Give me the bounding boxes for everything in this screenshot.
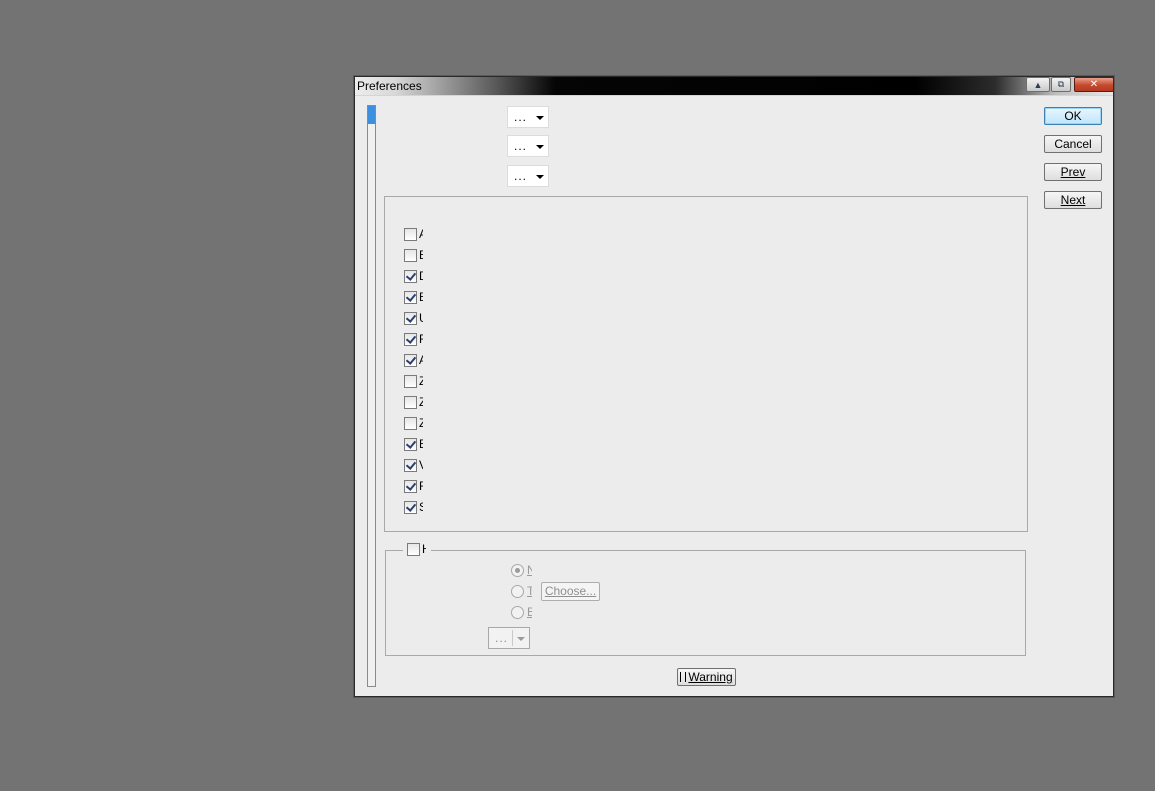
checkbox-checked[interactable] bbox=[404, 501, 417, 514]
radio-option-1[interactable] bbox=[511, 564, 524, 577]
group2-header-label: H bbox=[422, 542, 426, 556]
minimize-button[interactable]: ▲ bbox=[1026, 77, 1050, 92]
checkbox-checked[interactable] bbox=[404, 438, 417, 451]
chevron-down-icon bbox=[536, 145, 544, 149]
checkbox-unchecked[interactable] bbox=[404, 249, 417, 262]
checklist-item-label: E bbox=[419, 290, 423, 304]
chevron-down-icon bbox=[536, 175, 544, 179]
preferences-dialog: Preferences ▲ ⧉ ✕ ... ... ... H N T Choo… bbox=[354, 76, 1114, 697]
combo-2[interactable]: ... bbox=[507, 135, 549, 157]
warning-label: Warning bbox=[688, 670, 733, 684]
checklist-item-label: F bbox=[419, 479, 423, 493]
checklist-item-label: F bbox=[419, 332, 423, 346]
close-icon: ✕ bbox=[1089, 79, 1099, 90]
next-button[interactable]: Next bbox=[1044, 191, 1102, 209]
group2-combo[interactable]: ... bbox=[488, 627, 530, 649]
combo-separator bbox=[512, 630, 513, 646]
close-button[interactable]: ✕ bbox=[1074, 77, 1114, 92]
window-title: Preferences bbox=[357, 79, 422, 93]
ok-button[interactable]: OK bbox=[1044, 107, 1102, 125]
combo-3-value: ... bbox=[514, 169, 528, 183]
checklist-item-label: S bbox=[419, 500, 423, 514]
groupbox-label-gap bbox=[389, 189, 403, 193]
group2-combo-value: ... bbox=[495, 631, 509, 645]
choose-button[interactable]: Choose... bbox=[541, 582, 600, 601]
radio-option-1-label: N bbox=[527, 563, 532, 577]
checkbox-unchecked[interactable] bbox=[404, 417, 417, 430]
checklist-item-label: E bbox=[419, 437, 423, 451]
chevron-down-icon bbox=[517, 637, 525, 641]
checkbox-checked[interactable] bbox=[404, 291, 417, 304]
checklist-item-label: B bbox=[419, 248, 423, 262]
checkbox-unchecked[interactable] bbox=[404, 228, 417, 241]
checkbox-checked[interactable] bbox=[404, 270, 417, 283]
scrollbar-thumb[interactable] bbox=[368, 106, 375, 124]
radio-option-3[interactable] bbox=[511, 606, 524, 619]
checkbox-checked[interactable] bbox=[404, 459, 417, 472]
checklist-item-label: D bbox=[419, 269, 423, 283]
restore-button[interactable]: ⧉ bbox=[1051, 77, 1071, 92]
checklist-item-label: A bbox=[419, 353, 423, 367]
combo-2-value: ... bbox=[514, 139, 528, 153]
checklist-item-label: U bbox=[419, 311, 423, 325]
chevron-down-icon bbox=[536, 116, 544, 120]
secondary-groupbox bbox=[385, 550, 1026, 656]
combo-3[interactable]: ... bbox=[507, 165, 549, 187]
warning-icon bbox=[680, 672, 687, 682]
checklist-item-label: Z bbox=[419, 374, 423, 388]
radio-option-3-label: B bbox=[527, 605, 532, 619]
checkbox-unchecked[interactable] bbox=[404, 375, 417, 388]
warning-button[interactable]: Warning bbox=[677, 668, 736, 686]
title-bar[interactable]: Preferences ▲ ⧉ ✕ bbox=[355, 77, 1114, 95]
combo-1-value: ... bbox=[514, 110, 528, 124]
checkbox-checked[interactable] bbox=[404, 480, 417, 493]
checklist-item-label: Z bbox=[419, 416, 423, 430]
checklist-item-label: V bbox=[419, 458, 423, 472]
checklist-item-label: Z bbox=[419, 395, 423, 409]
restore-icon: ⧉ bbox=[1057, 79, 1065, 89]
radio-option-2[interactable] bbox=[511, 585, 524, 598]
checkbox-checked[interactable] bbox=[404, 312, 417, 325]
cancel-button[interactable]: Cancel bbox=[1044, 135, 1102, 153]
checkbox-unchecked[interactable] bbox=[404, 396, 417, 409]
checkbox-checked[interactable] bbox=[404, 354, 417, 367]
prev-button[interactable]: Prev bbox=[1044, 163, 1102, 181]
checkbox-checked[interactable] bbox=[404, 333, 417, 346]
options-groupbox bbox=[384, 196, 1028, 532]
combo-1[interactable]: ... bbox=[507, 106, 549, 128]
group2-header-checkbox[interactable] bbox=[407, 543, 420, 556]
checklist-item-label: A bbox=[419, 227, 423, 241]
radio-option-2-label: T bbox=[527, 584, 532, 598]
left-scrollbar[interactable] bbox=[367, 105, 376, 687]
minimize-icon: ▲ bbox=[1033, 79, 1043, 90]
